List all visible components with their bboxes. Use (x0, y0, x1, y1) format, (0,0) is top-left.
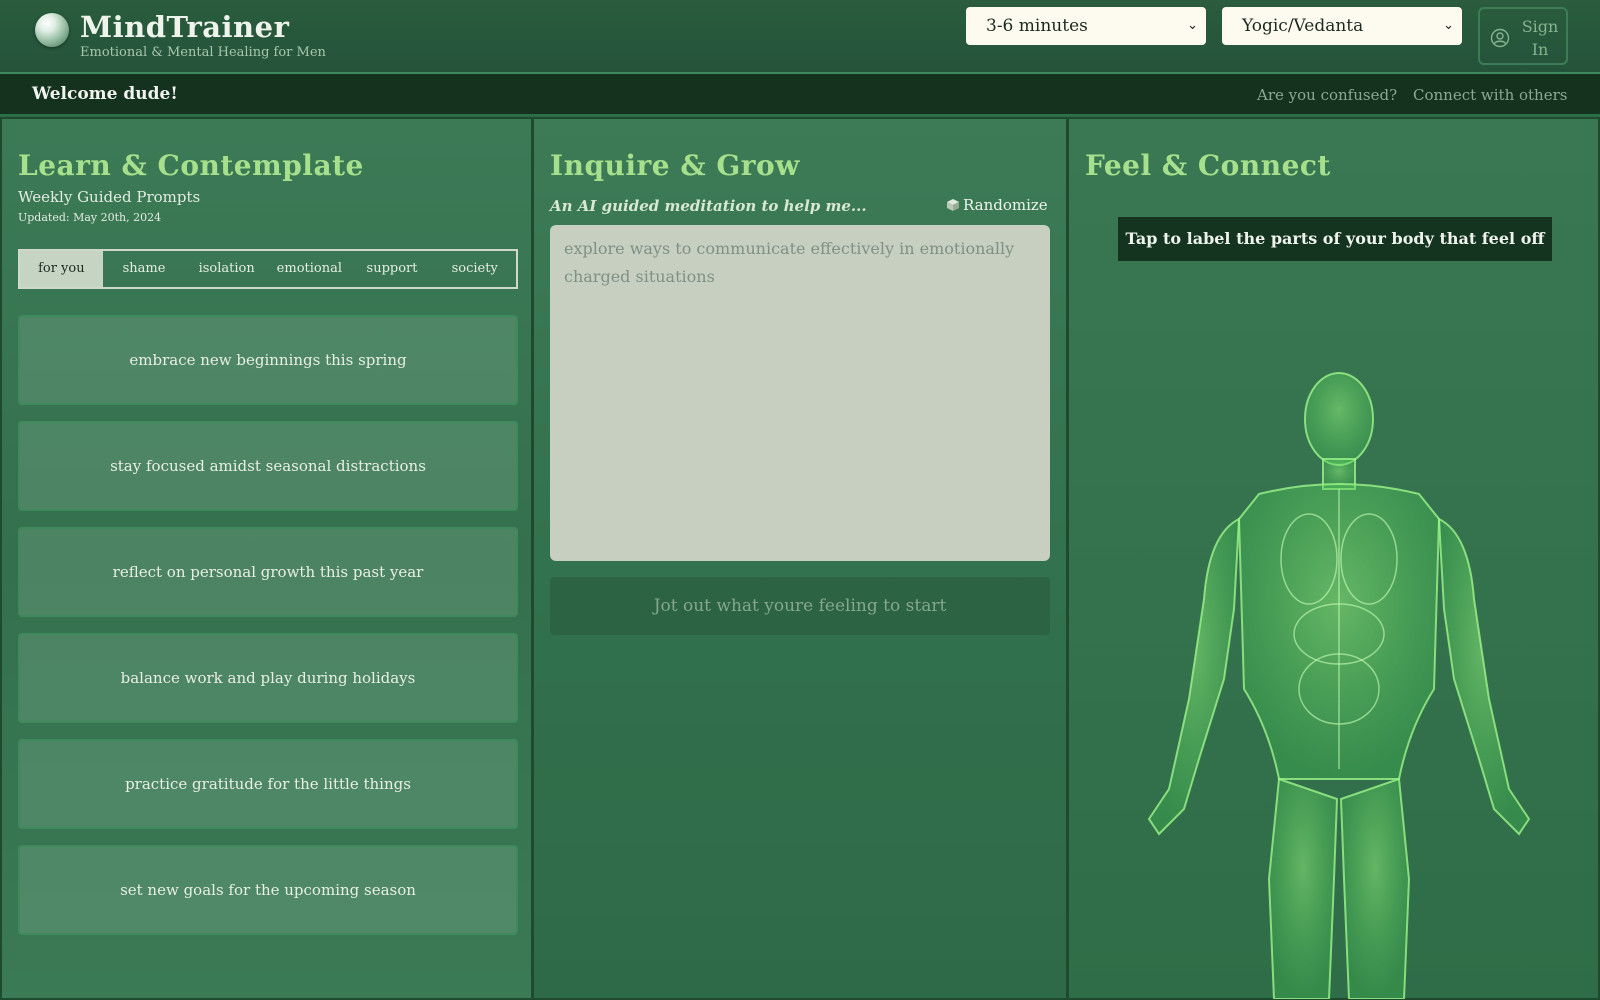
welcome-text: Welcome dude! (32, 84, 178, 104)
chevron-down-icon: ⌄ (1187, 18, 1198, 33)
feel-panel: Feel & Connect Tap to label the parts of… (1067, 117, 1600, 1000)
randomize-button[interactable]: Randomize (946, 196, 1048, 214)
tab-for-you[interactable]: for you (20, 251, 103, 287)
prompt-card[interactable]: set new goals for the upcoming season (18, 845, 518, 935)
prompt-card[interactable]: embrace new beginnings this spring (18, 315, 518, 405)
inquire-title: Inquire & Grow (550, 149, 800, 182)
app-subtitle: Emotional & Mental Healing for Men (80, 45, 326, 60)
tab-support[interactable]: support (351, 251, 434, 287)
body-instruction: Tap to label the parts of your body that… (1118, 217, 1552, 261)
tradition-select[interactable]: Yogic/Vedanta ⌄ (1222, 7, 1462, 45)
start-button[interactable]: Jot out what youre feeling to start (550, 577, 1050, 635)
randomize-label: Randomize (963, 196, 1048, 214)
feel-title: Feel & Connect (1085, 149, 1331, 182)
confused-link[interactable]: Are you confused? (1257, 86, 1397, 104)
body-map-figure[interactable] (1109, 359, 1569, 999)
learn-subtitle: Weekly Guided Prompts (18, 188, 201, 206)
sign-in-label: Sign In (1521, 17, 1559, 59)
learn-panel: Learn & Contemplate Weekly Guided Prompt… (0, 117, 533, 1000)
prompt-card[interactable]: reflect on personal growth this past yea… (18, 527, 518, 617)
top-bar: MindTrainer Emotional & Mental Healing f… (0, 0, 1600, 74)
user-icon (1490, 28, 1510, 48)
inquire-panel: Inquire & Grow An AI guided meditation t… (532, 117, 1068, 1000)
connect-link[interactable]: Connect with others (1413, 86, 1567, 104)
prompt-card[interactable]: practice gratitude for the little things (18, 739, 518, 829)
tab-emotional[interactable]: emotional (268, 251, 351, 287)
meditation-input[interactable]: explore ways to communicate effectively … (550, 225, 1050, 561)
tab-shame[interactable]: shame (103, 251, 186, 287)
duration-select[interactable]: 3-6 minutes ⌄ (966, 7, 1206, 45)
meditation-caption: An AI guided meditation to help me... (550, 197, 867, 215)
topic-tabs: for you shame isolation emotional suppor… (18, 249, 518, 289)
logo-orb-icon (35, 13, 69, 47)
sign-in-button[interactable]: Sign In (1478, 7, 1568, 65)
tab-society[interactable]: society (433, 251, 516, 287)
duration-value: 3-6 minutes (986, 16, 1088, 36)
cube-icon (947, 199, 959, 211)
tab-isolation[interactable]: isolation (185, 251, 268, 287)
updated-date: Updated: May 20th, 2024 (18, 211, 162, 224)
app-title: MindTrainer (80, 10, 290, 44)
prompt-card[interactable]: stay focused amidst seasonal distraction… (18, 421, 518, 511)
tradition-value: Yogic/Vedanta (1242, 16, 1364, 36)
prompt-card[interactable]: balance work and play during holidays (18, 633, 518, 723)
learn-title: Learn & Contemplate (18, 149, 364, 182)
meditation-placeholder: explore ways to communicate effectively … (564, 239, 1015, 286)
welcome-bar: Welcome dude! Are you confused? Connect … (0, 74, 1600, 116)
chevron-down-icon: ⌄ (1443, 18, 1454, 33)
